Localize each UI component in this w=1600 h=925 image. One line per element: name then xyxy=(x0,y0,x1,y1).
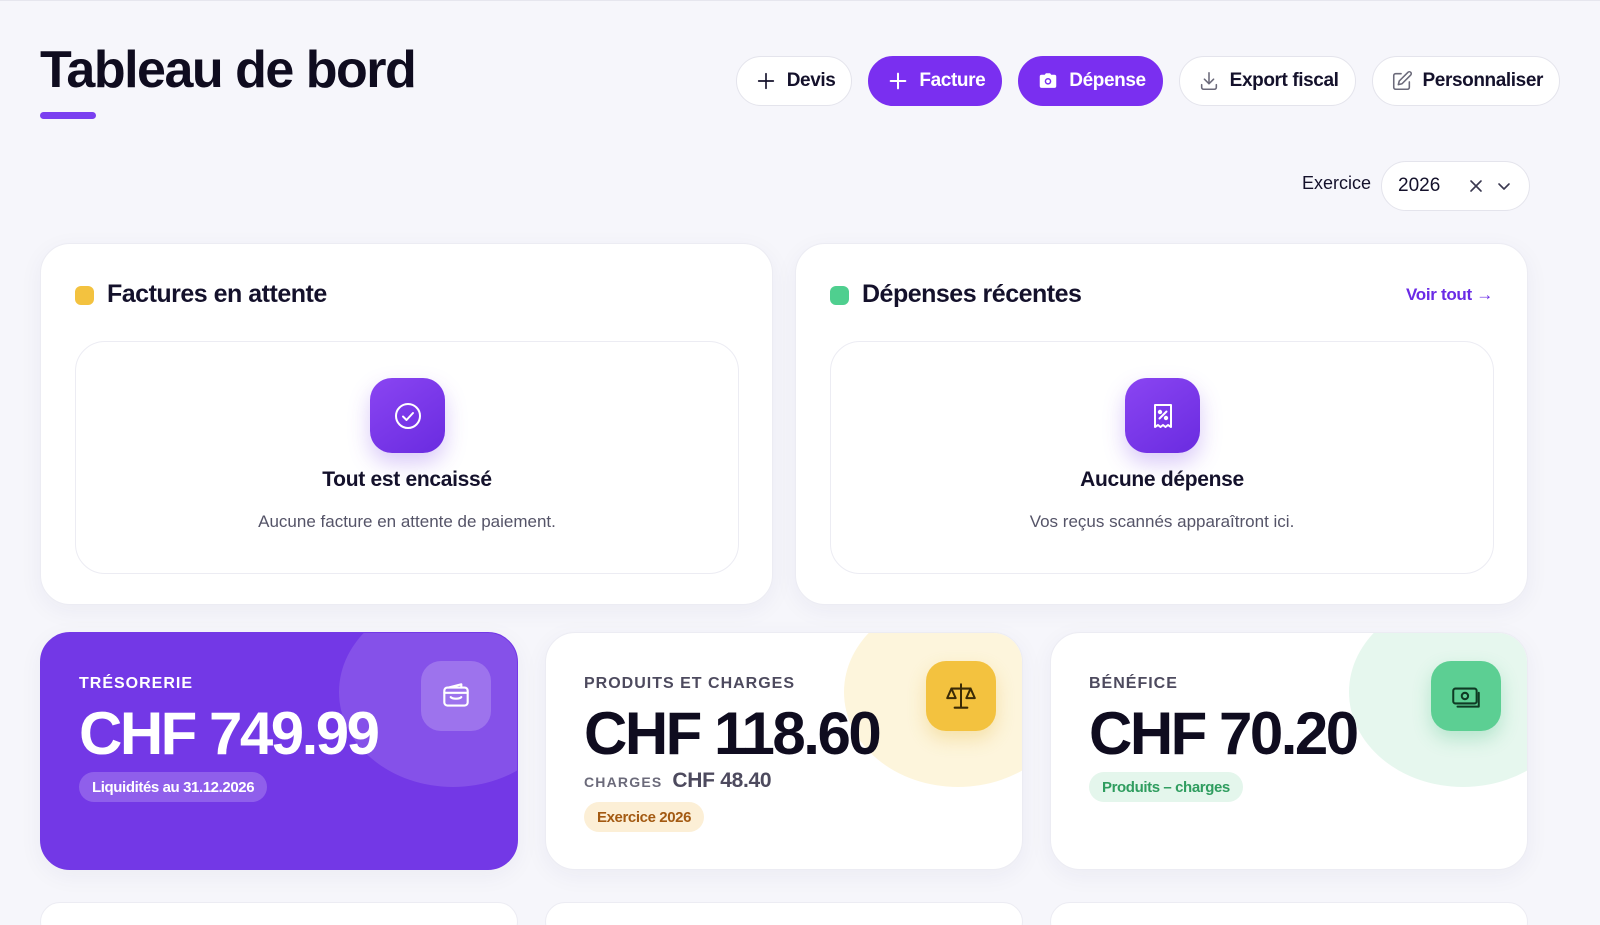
empty-state: Aucune dépense Vos reçus scannés apparaî… xyxy=(830,341,1494,574)
exercise-select[interactable]: 2026 xyxy=(1381,161,1530,211)
treasury-card[interactable]: TRÉSORERIE CHF 749.99 Liquidités au 31.1… xyxy=(40,632,518,870)
tax-export-label: Export fiscal xyxy=(1229,70,1339,91)
empty-state-badge xyxy=(1125,378,1200,453)
empty-state-title: Aucune dépense xyxy=(1080,468,1244,491)
new-expense-label: Dépense xyxy=(1069,70,1146,91)
kpi-badge: Exercice 2026 xyxy=(584,802,705,832)
kpi-value: CHF 70.20 xyxy=(1089,700,1359,767)
status-dot xyxy=(830,286,849,305)
kpi-label: TRÉSORERIE xyxy=(79,675,194,692)
top-border xyxy=(0,0,1600,1)
download-icon xyxy=(1200,71,1217,91)
title-underline xyxy=(40,112,96,119)
plus-icon xyxy=(890,72,907,90)
new-quote-button[interactable]: Devis xyxy=(735,56,853,106)
receipt-percent-icon xyxy=(1153,403,1172,428)
status-dot xyxy=(75,286,94,305)
chevron-down-icon[interactable] xyxy=(1496,178,1512,194)
kpi-label: PRODUITS ET CHARGES xyxy=(584,675,796,692)
new-invoice-button[interactable]: Facture xyxy=(868,56,1003,106)
customize-label: Personnaliser xyxy=(1422,70,1544,91)
profit-card[interactable]: BÉNÉFICE CHF 70.20 Produits – charges xyxy=(1050,632,1528,870)
kpi-label: BÉNÉFICE xyxy=(1089,675,1178,692)
kpi-icon-badge xyxy=(926,661,996,731)
page-title: Tableau de bord xyxy=(40,41,417,99)
kpi-value: CHF 118.60 xyxy=(584,700,882,767)
empty-state-text: Aucune facture en attente de paiement. xyxy=(258,512,556,531)
clear-icon[interactable] xyxy=(1468,178,1484,194)
empty-state-text: Vos reçus scannés apparaîtront ici. xyxy=(1029,512,1295,531)
next-row-card xyxy=(1050,902,1528,925)
empty-state-badge xyxy=(370,378,445,453)
camera-icon xyxy=(1040,73,1057,88)
kpi-icon-badge xyxy=(421,661,491,731)
kpi-badge: Produits – charges xyxy=(1089,772,1243,802)
charges-row: CHARGES CHF 48.40 xyxy=(584,769,772,793)
charges-label: CHARGES xyxy=(584,774,663,790)
kpi-badge: Liquidités au 31.12.2026 xyxy=(79,772,268,802)
tax-export-button[interactable]: Export fiscal xyxy=(1178,56,1356,106)
next-row-card xyxy=(40,902,518,925)
panel-title: Factures en attente xyxy=(107,280,327,308)
check-circle-icon xyxy=(394,402,421,429)
scale-icon xyxy=(946,683,976,709)
exercise-value: 2026 xyxy=(1398,175,1441,196)
kpi-icon-badge xyxy=(1431,661,1501,731)
view-all-link[interactable]: Voir tout → xyxy=(1406,285,1493,305)
next-row-card xyxy=(545,902,1023,925)
header-actions: Devis Facture Dépense Export fiscal Pers… xyxy=(735,56,1560,106)
wallet-icon xyxy=(443,683,469,707)
plus-icon xyxy=(757,72,774,90)
pending-invoices-panel: Factures en attente Tout est encaissé Au… xyxy=(40,243,773,605)
customize-button[interactable]: Personnaliser xyxy=(1371,56,1560,106)
new-invoice-label: Facture xyxy=(919,70,986,91)
new-expense-button[interactable]: Dépense xyxy=(1018,56,1163,106)
panel-title: Dépenses récentes xyxy=(862,280,1082,308)
exercise-label: Exercice xyxy=(1302,173,1372,193)
kpi-value: CHF 749.99 xyxy=(79,700,380,767)
charges-value: CHF 48.40 xyxy=(672,769,772,792)
edit-icon xyxy=(1392,71,1412,91)
recent-expenses-panel: Dépenses récentes Voir tout → Aucune dép… xyxy=(795,243,1528,605)
new-quote-label: Devis xyxy=(786,70,836,91)
empty-state: Tout est encaissé Aucune facture en atte… xyxy=(75,341,739,574)
empty-state-title: Tout est encaissé xyxy=(322,468,492,491)
income-expenses-card[interactable]: PRODUITS ET CHARGES CHF 118.60 CHARGES C… xyxy=(545,632,1023,870)
banknote-icon xyxy=(1452,687,1480,708)
